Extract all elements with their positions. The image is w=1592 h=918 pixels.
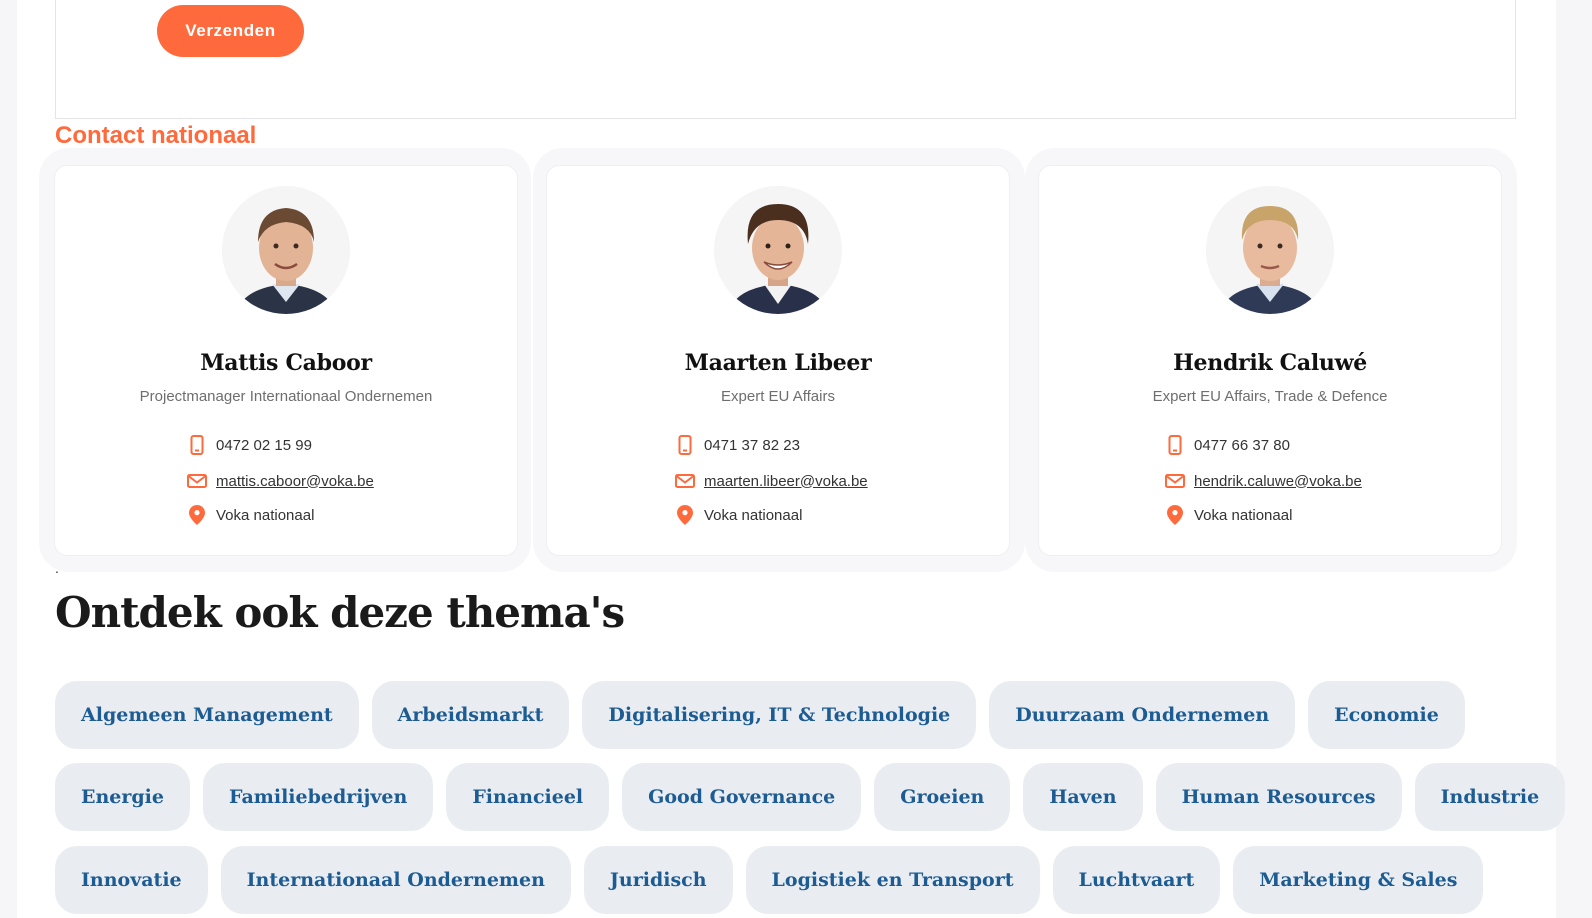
- theme-tag[interactable]: Haven: [1023, 763, 1143, 831]
- theme-tag[interactable]: Groeien: [874, 763, 1011, 831]
- theme-tag[interactable]: Financieel: [446, 763, 610, 831]
- avatar: [1206, 186, 1334, 314]
- contact-role: Expert EU Affairs: [721, 388, 835, 405]
- envelope-icon: [1164, 470, 1186, 492]
- contact-location: Voka nationaal: [1194, 506, 1293, 524]
- contact-location: Voka nationaal: [216, 506, 315, 524]
- contact-location-row: Voka nationaal: [186, 504, 314, 526]
- map-pin-icon: [674, 504, 696, 526]
- contact-card: Hendrik Caluwé Expert EU Affairs, Trade …: [1039, 166, 1501, 555]
- mobile-phone-icon: [674, 434, 696, 456]
- contact-email-row: hendrik.caluwe@voka.be: [1164, 470, 1362, 492]
- contact-role: Projectmanager Internationaal Ondernemen: [139, 388, 433, 405]
- contact-location: Voka nationaal: [704, 506, 803, 524]
- contact-section-title: Contact nationaal: [55, 122, 257, 149]
- theme-tag[interactable]: Logistiek en Transport: [745, 846, 1040, 914]
- contact-phone-row: 0472 02 15 99: [186, 434, 312, 456]
- map-pin-icon: [186, 504, 208, 526]
- theme-tag[interactable]: Marketing & Sales: [1233, 846, 1484, 914]
- contact-role: Expert EU Affairs, Trade & Defence: [1152, 388, 1388, 405]
- theme-tag[interactable]: Economie: [1308, 681, 1465, 749]
- theme-tag[interactable]: Internationaal Ondernemen: [220, 846, 571, 914]
- submit-button[interactable]: Verzenden: [157, 5, 304, 57]
- contact-email-link[interactable]: maarten.libeer@voka.be: [704, 473, 868, 490]
- theme-tag[interactable]: Human Resources: [1155, 763, 1402, 831]
- theme-tag[interactable]: Arbeidsmarkt: [371, 681, 570, 749]
- theme-tag[interactable]: Energie: [55, 763, 190, 831]
- contact-card: Maarten Libeer Expert EU Affairs 0471 37…: [547, 166, 1009, 555]
- avatar: [222, 186, 350, 314]
- contact-location-row: Voka nationaal: [674, 504, 802, 526]
- contact-phone: 0472 02 15 99: [216, 436, 312, 454]
- contact-email-row: mattis.caboor@voka.be: [186, 470, 374, 492]
- theme-tag-row: Algemeen Management Arbeidsmarkt Digital…: [55, 681, 1465, 749]
- theme-tag[interactable]: Luchtvaart: [1052, 846, 1221, 914]
- theme-tag[interactable]: Familiebedrijven: [203, 763, 434, 831]
- theme-tag-row: Energie Familiebedrijven Financieel Good…: [55, 763, 1566, 831]
- stray-dot: .: [55, 560, 59, 576]
- theme-tag[interactable]: Algemeen Management: [55, 681, 359, 749]
- theme-tag[interactable]: Juridisch: [583, 846, 733, 914]
- theme-tag[interactable]: Industrie: [1414, 763, 1566, 831]
- theme-tag-row: Innovatie Internationaal Ondernemen Juri…: [55, 846, 1484, 914]
- envelope-icon: [674, 470, 696, 492]
- theme-tag[interactable]: Digitalisering, IT & Technologie: [582, 681, 977, 749]
- contact-phone-row: 0477 66 37 80: [1164, 434, 1290, 456]
- contact-name: Maarten Libeer: [684, 350, 872, 376]
- contact-name: Mattis Caboor: [200, 350, 372, 376]
- theme-tag[interactable]: Innovatie: [55, 846, 208, 914]
- envelope-icon: [186, 470, 208, 492]
- contact-phone: 0477 66 37 80: [1194, 436, 1290, 454]
- mobile-phone-icon: [186, 434, 208, 456]
- contact-location-row: Voka nationaal: [1164, 504, 1292, 526]
- theme-tag[interactable]: Good Governance: [622, 763, 862, 831]
- page: Verzenden Contact nationaal Mattis Caboo…: [17, 0, 1566, 918]
- contact-phone: 0471 37 82 23: [704, 436, 800, 454]
- contact-form: Verzenden: [55, 0, 1516, 119]
- contact-email-row: maarten.libeer@voka.be: [674, 470, 868, 492]
- contact-name: Hendrik Caluwé: [1173, 350, 1367, 376]
- avatar: [714, 186, 842, 314]
- map-pin-icon: [1164, 504, 1186, 526]
- contact-email-link[interactable]: hendrik.caluwe@voka.be: [1194, 473, 1362, 490]
- contact-phone-row: 0471 37 82 23: [674, 434, 800, 456]
- contact-email-link[interactable]: mattis.caboor@voka.be: [216, 473, 374, 490]
- themes-heading: Ontdek ook deze thema's: [55, 588, 625, 637]
- mobile-phone-icon: [1164, 434, 1186, 456]
- theme-tag[interactable]: Duurzaam Ondernemen: [989, 681, 1296, 749]
- contact-card: Mattis Caboor Projectmanager Internation…: [55, 166, 517, 555]
